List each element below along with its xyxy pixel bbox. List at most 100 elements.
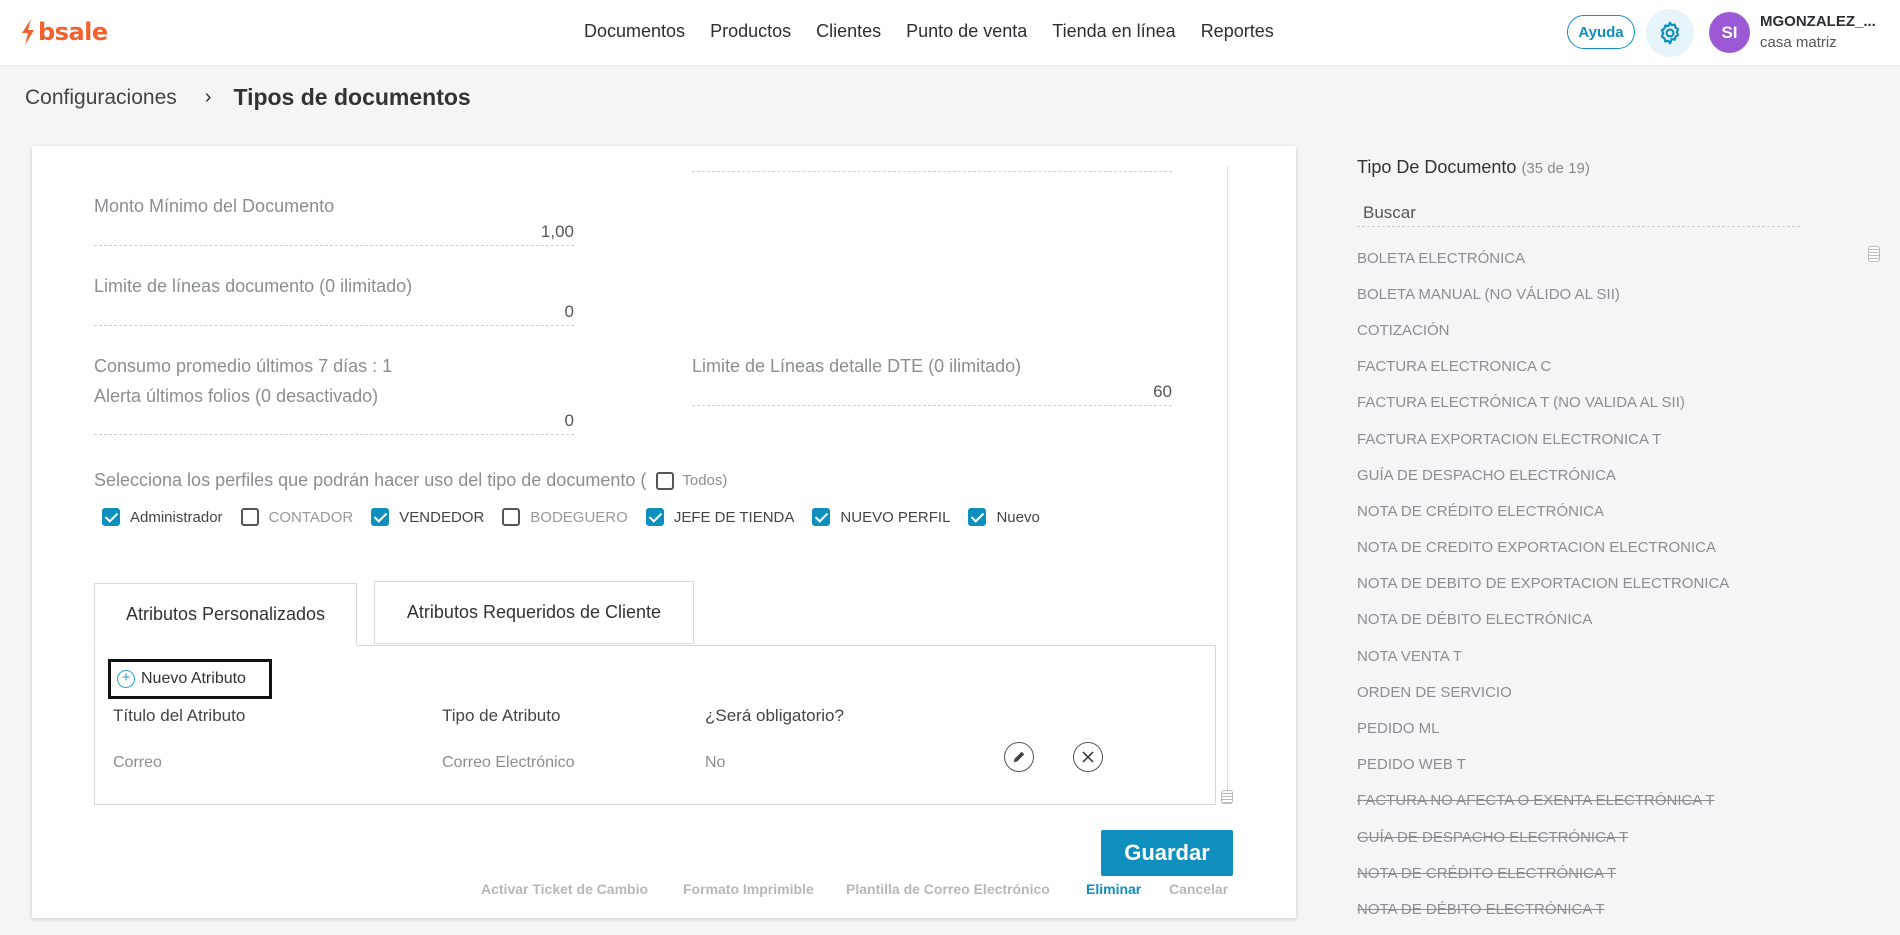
profiles-label-text: Selecciona los perfiles que podrán hacer… [94,470,647,490]
profile-label: NUEVO PERFIL [840,508,951,526]
folio-alert-label: Alerta últimos folios (0 desactivado) [94,386,379,406]
column-header-title: Título del Atributo [113,706,246,725]
min-amount-input[interactable]: 1,00 [94,218,574,246]
list-item[interactable]: PEDIDO WEB T [1357,747,1817,783]
profile-vendedor[interactable]: VENDEDOR [371,508,484,526]
delete-link[interactable]: Eliminar [1086,881,1141,897]
email-template-link[interactable]: Plantilla de Correo Electrónico [846,881,1050,897]
doc-list-scrollbar-thumb[interactable] [1868,246,1880,262]
profile-checkbox[interactable] [502,508,521,526]
list-item[interactable]: COTIZACIÓN [1357,312,1817,348]
profile-label: BODEGUERO [530,508,628,526]
profile-bodeguero[interactable]: BODEGUERO [502,508,628,526]
list-item-disabled[interactable]: NOTA DE CRÉDITO ELECTRÓNICA T [1357,855,1817,891]
user-name[interactable]: MGONZALEZ_... [1760,13,1876,30]
edit-attribute-button[interactable] [1004,742,1034,772]
profile-checkbox[interactable] [102,508,120,526]
avg-consumption-label: Consumo promedio últimos 7 días : 1 [94,356,393,376]
breadcrumb: Configuraciones › Tipos de documentos [25,84,471,111]
list-item[interactable]: NOTA DE CRÉDITO ELECTRÓNICA [1357,493,1817,529]
list-item[interactable]: PEDIDO ML [1357,710,1817,746]
logo-text: bsale [38,18,108,46]
profile-administrador[interactable]: Administrador [102,508,223,526]
dte-line-limit-input[interactable]: 60 [692,378,1172,406]
profile-label: Administrador [130,508,223,526]
profiles-label: Selecciona los perfiles que podrán hacer… [94,470,727,491]
doc-types-search-input[interactable] [1357,199,1800,227]
new-attribute-button[interactable]: + Nuevo Atributo [108,659,272,699]
list-item-disabled[interactable]: FACTURA NO AFECTA O EXENTA ELECTRÓNICA T [1357,783,1817,819]
printable-format-link[interactable]: Formato Imprimible [683,881,814,897]
cut-off-field-line [692,146,1172,172]
profile-label: Nuevo [996,508,1040,526]
list-item[interactable]: BOLETA MANUAL (NO VÁLIDO AL SII) [1357,276,1817,312]
tab-atributos-requeridos-cliente[interactable]: Atributos Requeridos de Cliente [374,581,694,644]
list-item[interactable]: ORDEN DE SERVICIO [1357,674,1817,710]
todos-label: Todos) [682,472,728,489]
main-nav: Documentos Productos Clientes Punto de v… [584,21,1299,42]
nav-tienda-en-linea[interactable]: Tienda en línea [1052,21,1175,42]
profile-checkbox[interactable] [812,508,831,526]
plus-circle-icon: + [117,670,135,688]
doc-types-list: BOLETA ELECTRÓNICA BOLETA MANUAL (NO VÁL… [1357,240,1817,930]
bsale-logo-icon [22,19,34,45]
breadcrumb-parent[interactable]: Configuraciones [25,86,177,110]
nav-reportes[interactable]: Reportes [1201,21,1274,42]
profile-nuevo-perfil[interactable]: NUEVO PERFIL [812,508,950,526]
list-item[interactable]: GUÍA DE DESPACHO ELECTRÓNICA [1357,457,1817,493]
column-header-required: ¿Será obligatorio? [705,706,844,725]
folio-alert-input[interactable]: 0 [94,407,574,435]
gear-icon [1660,21,1680,45]
list-item[interactable]: NOTA DE DEBITO DE EXPORTACION ELECTRONIC… [1357,566,1817,602]
attribute-title-cell: Correo [113,754,162,771]
top-bar: bsale Documentos Productos Clientes Punt… [0,0,1900,66]
profile-jefe-de-tienda[interactable]: JEFE DE TIENDA [645,508,795,526]
pencil-icon [1013,751,1025,763]
doc-types-header: Tipo De Documento (35 de 19) [1357,157,1590,178]
list-item[interactable]: FACTURA ELECTRONICA C [1357,349,1817,385]
list-item-disabled[interactable]: NOTA DE DÉBITO ELECTRÓNICA T [1357,891,1817,927]
activate-exchange-ticket-link[interactable]: Activar Ticket de Cambio [481,881,648,897]
settings-button[interactable] [1646,9,1694,57]
doc-types-count: (35 de 19) [1521,160,1590,177]
profile-contador[interactable]: CONTADOR [240,508,353,526]
list-item[interactable]: NOTA DE DÉBITO ELECTRÓNICA [1357,602,1817,638]
close-icon [1082,751,1094,763]
todos-checkbox[interactable] [656,471,675,490]
doc-types-title: Tipo De Documento [1357,157,1517,177]
bsale-logo[interactable]: bsale [20,18,108,46]
profile-checkbox[interactable] [240,508,259,526]
list-item[interactable]: FACTURA ELECTRÓNICA T (NO VALIDA AL SII) [1357,385,1817,421]
breadcrumb-separator-icon: › [204,86,212,108]
list-item[interactable]: NOTA VENTA T [1357,638,1817,674]
nav-clientes[interactable]: Clientes [816,21,881,42]
profile-checkbox[interactable] [371,508,390,526]
form-scrollbar-track[interactable] [1227,166,1228,796]
form-scrollbar-thumb[interactable] [1221,790,1233,804]
list-item[interactable]: NOTA DE CREDITO EXPORTACION ELECTRONICA [1357,530,1817,566]
line-limit-label: Limite de líneas documento (0 ilimitado) [94,276,413,296]
line-limit-input[interactable]: 0 [94,298,574,326]
column-header-type: Tipo de Atributo [442,706,561,725]
tab-atributos-personalizados[interactable]: Atributos Personalizados [94,583,357,646]
nav-productos[interactable]: Productos [710,21,791,42]
cancel-link[interactable]: Cancelar [1169,881,1228,897]
profile-checkboxes: Administrador CONTADOR VENDEDOR BODEGUER… [102,508,1058,526]
help-button[interactable]: Ayuda [1567,15,1635,49]
profile-label: JEFE DE TIENDA [673,508,795,526]
profile-checkbox[interactable] [645,508,664,526]
dte-line-limit-label: Limite de Líneas detalle DTE (0 ilimitad… [692,356,1022,376]
new-attribute-label: Nuevo Atributo [141,670,246,687]
page-title: Tipos de documentos [233,84,471,110]
save-button[interactable]: Guardar [1101,830,1233,876]
list-item-disabled[interactable]: GUÍA DE DESPACHO ELECTRÓNICA T [1357,819,1817,855]
profile-checkbox[interactable] [968,508,987,526]
list-item[interactable]: BOLETA ELECTRÓNICA [1357,240,1817,276]
delete-attribute-button[interactable] [1073,742,1103,772]
profile-nuevo[interactable]: Nuevo [968,508,1040,526]
nav-punto-de-venta[interactable]: Punto de venta [906,21,1027,42]
user-avatar[interactable]: SI [1709,12,1750,53]
document-type-form: Monto Mínimo del Documento 1,00 Limite d… [32,146,1296,918]
nav-documentos[interactable]: Documentos [584,21,685,42]
list-item[interactable]: FACTURA EXPORTACION ELECTRONICA T [1357,421,1817,457]
